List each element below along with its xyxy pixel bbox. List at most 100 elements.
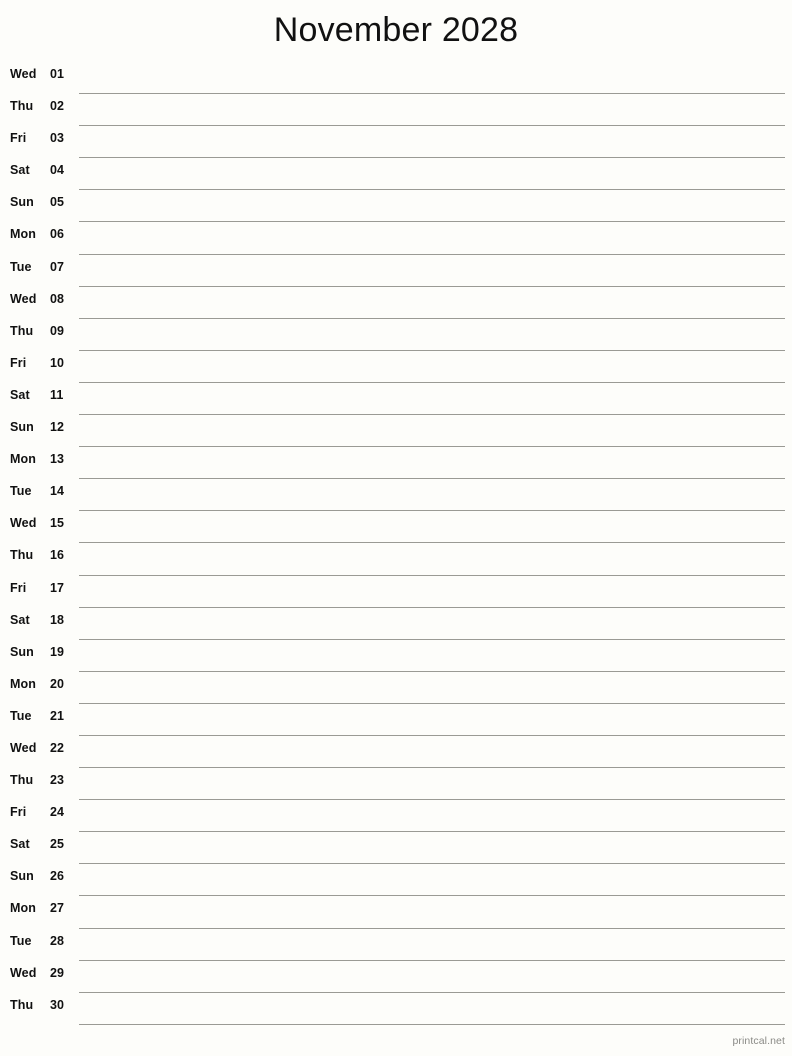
day-number: 06 bbox=[50, 227, 65, 242]
day-label-group: Wed 29 bbox=[0, 961, 80, 993]
weekday-label: Wed bbox=[10, 67, 37, 81]
day-label-group: Wed 15 bbox=[0, 511, 80, 543]
day-row[interactable]: Tue 14 bbox=[0, 479, 792, 512]
weekday-label: Sun bbox=[10, 195, 34, 210]
day-row[interactable]: Sun 19 bbox=[0, 640, 792, 672]
weekday-label: Tue bbox=[10, 933, 32, 948]
day-row[interactable]: Fri 03 bbox=[0, 126, 792, 159]
weekday-label: Sat bbox=[10, 612, 30, 627]
weekday-label: Tue bbox=[10, 259, 32, 274]
weekday-label: Sat bbox=[10, 837, 30, 852]
day-label-group: Thu 30 bbox=[0, 993, 80, 1025]
day-label-group: Tue 07 bbox=[0, 255, 80, 287]
weekday-label: Sun bbox=[10, 869, 34, 884]
weekday-label: Fri bbox=[10, 580, 27, 595]
day-row[interactable]: Thu 02 bbox=[0, 94, 792, 127]
day-row[interactable]: Sat 25 bbox=[0, 832, 792, 865]
day-number: 17 bbox=[50, 580, 65, 595]
day-number: 18 bbox=[50, 612, 65, 627]
day-row[interactable]: Wed 01 bbox=[0, 62, 792, 95]
day-number: 28 bbox=[50, 933, 65, 948]
day-row[interactable]: Sat 04 bbox=[0, 158, 792, 191]
day-label-group: Fri 03 bbox=[0, 126, 80, 158]
weekday-label: Fri bbox=[10, 131, 27, 146]
day-label-group: Sat 25 bbox=[0, 832, 80, 864]
day-number: 10 bbox=[50, 355, 65, 370]
weekday-label: Thu bbox=[10, 323, 34, 338]
day-label-group: Tue 28 bbox=[0, 929, 80, 961]
day-label-group: Sun 19 bbox=[0, 640, 80, 672]
weekday-label: Mon bbox=[10, 452, 36, 467]
day-row[interactable]: Mon 27 bbox=[0, 896, 792, 929]
weekday-label: Wed bbox=[10, 291, 37, 306]
day-row[interactable]: Sun 12 bbox=[0, 415, 792, 448]
weekday-label: Sun bbox=[10, 644, 34, 659]
day-row[interactable]: Fri 24 bbox=[0, 800, 792, 833]
day-row[interactable]: Wed 08 bbox=[0, 287, 792, 319]
day-row[interactable]: Wed 29 bbox=[0, 961, 792, 993]
day-number: 25 bbox=[50, 837, 65, 852]
day-row[interactable]: Mon 20 bbox=[0, 672, 792, 704]
day-label-group: Sat 04 bbox=[0, 158, 80, 190]
day-row[interactable]: Thu 09 bbox=[0, 319, 792, 351]
day-row[interactable]: Thu 30 bbox=[0, 993, 792, 1025]
day-number: 21 bbox=[50, 708, 65, 723]
day-row[interactable]: Tue 21 bbox=[0, 704, 792, 736]
day-number: 11 bbox=[50, 387, 64, 402]
day-number: 20 bbox=[50, 676, 65, 691]
day-number: 24 bbox=[50, 805, 65, 820]
day-label-group: Fri 17 bbox=[0, 576, 80, 608]
day-row[interactable]: Tue 28 bbox=[0, 929, 792, 961]
day-row[interactable]: Sat 11 bbox=[0, 383, 792, 416]
day-row[interactable]: Fri 17 bbox=[0, 576, 792, 608]
weekday-label: Sat bbox=[10, 387, 30, 402]
day-label-group: Thu 16 bbox=[0, 543, 80, 575]
day-number: 22 bbox=[50, 740, 65, 755]
day-row[interactable]: Sun 05 bbox=[0, 190, 792, 223]
day-number: 12 bbox=[50, 420, 65, 435]
day-number: 08 bbox=[50, 291, 65, 306]
day-row[interactable]: Wed 15 bbox=[0, 511, 792, 544]
writing-line[interactable] bbox=[79, 1023, 785, 1025]
day-number: 27 bbox=[50, 901, 65, 916]
day-row[interactable]: Fri 10 bbox=[0, 351, 792, 383]
weekday-label: Wed bbox=[10, 740, 37, 755]
weekday-label: Fri bbox=[10, 805, 27, 820]
day-row[interactable]: Mon 06 bbox=[0, 222, 792, 255]
day-label-group: Mon 20 bbox=[0, 672, 80, 704]
day-rows-container: Wed 01 Thu 02 Fri 03 Sat 04 Sun 05 Mon 06 Tue 07 Wed 08… bbox=[0, 62, 792, 1025]
day-label-group: Wed 22 bbox=[0, 736, 80, 768]
day-number: 04 bbox=[50, 163, 65, 178]
day-number: 23 bbox=[50, 773, 65, 788]
day-label-group: Thu 23 bbox=[0, 768, 80, 800]
day-label-group: Wed 01 bbox=[0, 62, 80, 94]
day-label-group: Thu 09 bbox=[0, 319, 80, 351]
day-label-group: Mon 27 bbox=[0, 896, 80, 928]
day-row[interactable]: Tue 07 bbox=[0, 255, 792, 287]
weekday-label: Mon bbox=[10, 901, 36, 916]
footer-credit: printcal.net bbox=[732, 1035, 785, 1047]
day-number: 29 bbox=[50, 965, 65, 980]
day-number: 14 bbox=[50, 484, 65, 499]
day-row[interactable]: Sun 26 bbox=[0, 864, 792, 897]
weekday-label: Thu bbox=[10, 548, 34, 563]
day-label-group: Mon 06 bbox=[0, 222, 80, 254]
day-label-group: Thu 02 bbox=[0, 94, 80, 126]
day-label-group: Sat 18 bbox=[0, 608, 80, 640]
day-number: 26 bbox=[50, 869, 65, 884]
day-number: 13 bbox=[50, 452, 65, 467]
day-row[interactable]: Sat 18 bbox=[0, 608, 792, 640]
day-number: 16 bbox=[50, 548, 65, 563]
day-label-group: Wed 08 bbox=[0, 287, 80, 319]
day-row[interactable]: Wed 22 bbox=[0, 736, 792, 769]
weekday-label: Sat bbox=[10, 163, 30, 178]
day-number: 05 bbox=[50, 195, 65, 210]
weekday-label: Mon bbox=[10, 676, 36, 691]
day-number: 03 bbox=[50, 131, 65, 146]
weekday-label: Thu bbox=[10, 773, 34, 788]
day-row[interactable]: Thu 16 bbox=[0, 543, 792, 576]
day-row[interactable]: Mon 13 bbox=[0, 447, 792, 480]
day-row[interactable]: Thu 23 bbox=[0, 768, 792, 801]
weekday-label: Thu bbox=[10, 997, 34, 1012]
weekday-label: Tue bbox=[10, 708, 32, 723]
